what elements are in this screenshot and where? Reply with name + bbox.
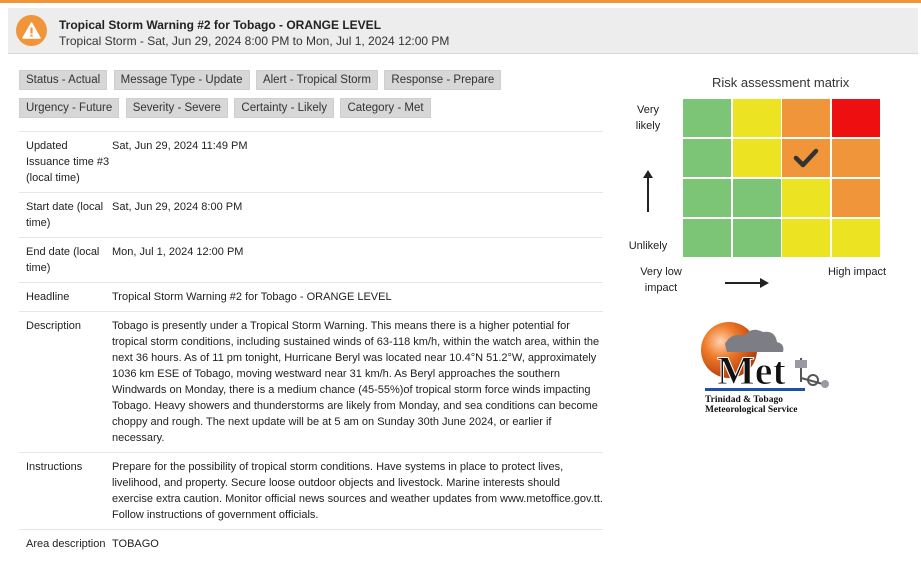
tag-certainty: Certainty - Likely	[234, 98, 335, 118]
tag-urgency: Urgency - Future	[19, 98, 120, 118]
detail-value: Mon, Jul 1, 2024 12:00 PM	[112, 246, 244, 258]
detail-row-headline: Headline Tropical Storm Warning #2 for T…	[19, 282, 603, 311]
tag-response: Response - Prepare	[384, 70, 502, 90]
detail-value: Sat, Jun 29, 2024 8:00 PM	[112, 201, 243, 213]
tag-alert: Alert - Tropical Storm	[255, 70, 378, 90]
risk-matrix-grid	[683, 99, 880, 259]
detail-value: TOBAGO	[112, 538, 159, 550]
alert-details-table: Updated Issuance time #3 (local time) Sa…	[19, 131, 603, 558]
risk-cell-selected	[782, 139, 830, 177]
tag-status: Status - Actual	[19, 70, 108, 90]
likelihood-low-label: Unlikely	[628, 240, 668, 252]
detail-value: Tobago is presently under a Tropical Sto…	[112, 320, 600, 444]
alert-header: Tropical Storm Warning #2 for Tobago - O…	[8, 8, 918, 54]
checkmark-icon	[793, 148, 819, 168]
tag-message-type: Message Type - Update	[113, 70, 250, 90]
risk-matrix-title: Risk assessment matrix	[712, 75, 850, 90]
arrow-up-icon	[643, 170, 653, 212]
top-accent-bar	[0, 0, 921, 3]
detail-row-start: Start date (local time) Sat, Jun 29, 202…	[19, 192, 603, 237]
detail-row-description: Description Tobago is presently under a …	[19, 311, 603, 452]
ttms-logo: Met Trinidad & Tobago Meteorological Ser…	[697, 318, 837, 418]
detail-value: Tropical Storm Warning #2 for Tobago - O…	[112, 291, 392, 303]
logo-wordmark: Met	[717, 348, 787, 393]
impact-high-label: High impact	[827, 266, 887, 278]
risk-cell-yellow	[732, 99, 781, 137]
detail-label: Start date (local time)	[26, 201, 104, 229]
detail-row-instructions: Instructions Prepare for the possibility…	[19, 452, 603, 529]
risk-cell-green	[683, 139, 731, 177]
risk-cell-yellow	[732, 139, 781, 177]
detail-label: Updated Issuance time #3 (local time)	[26, 140, 110, 184]
alert-subtitle: Tropical Storm - Sat, Jun 29, 2024 8:00 …	[59, 34, 450, 48]
warning-icon	[16, 15, 47, 46]
detail-label: Area description	[26, 538, 106, 550]
risk-cell-yellow	[782, 219, 830, 257]
detail-value: Prepare for the possibility of tropical …	[112, 461, 603, 521]
tag-severity: Severity - Severe	[125, 98, 228, 118]
risk-cell-green	[683, 219, 731, 257]
alert-title: Tropical Storm Warning #2 for Tobago - O…	[59, 18, 382, 32]
detail-row-end: End date (local time) Mon, Jul 1, 2024 1…	[19, 237, 603, 282]
alert-tags: Status - Actual Message Type - Update Al…	[19, 70, 609, 126]
risk-cell-green	[683, 179, 731, 217]
detail-label: End date (local time)	[26, 246, 100, 274]
detail-value: Sat, Jun 29, 2024 11:49 PM	[112, 140, 248, 152]
risk-cell-orange	[782, 99, 830, 137]
logo-line-2: Meteorological Service	[705, 405, 797, 415]
risk-cell-orange	[831, 179, 880, 217]
tag-category: Category - Met	[340, 98, 431, 118]
risk-cell-green	[683, 99, 731, 137]
likelihood-high-label: Very likely	[635, 104, 661, 132]
risk-cell-green	[732, 219, 781, 257]
arrow-right-icon	[725, 278, 769, 288]
logo-line-1: Trinidad & Tobago	[705, 395, 783, 405]
detail-row-area: Area description TOBAGO	[19, 529, 603, 558]
detail-label: Instructions	[26, 461, 83, 473]
risk-cell-yellow	[831, 219, 880, 257]
risk-cell-yellow	[782, 179, 830, 217]
impact-low-label: Very low impact	[640, 266, 682, 294]
risk-cell-red	[831, 99, 880, 137]
risk-cell-green	[732, 179, 781, 217]
detail-label: Description	[26, 320, 82, 332]
detail-row-issuance: Updated Issuance time #3 (local time) Sa…	[19, 131, 603, 192]
risk-cell-orange	[831, 139, 880, 177]
detail-label: Headline	[26, 291, 70, 303]
